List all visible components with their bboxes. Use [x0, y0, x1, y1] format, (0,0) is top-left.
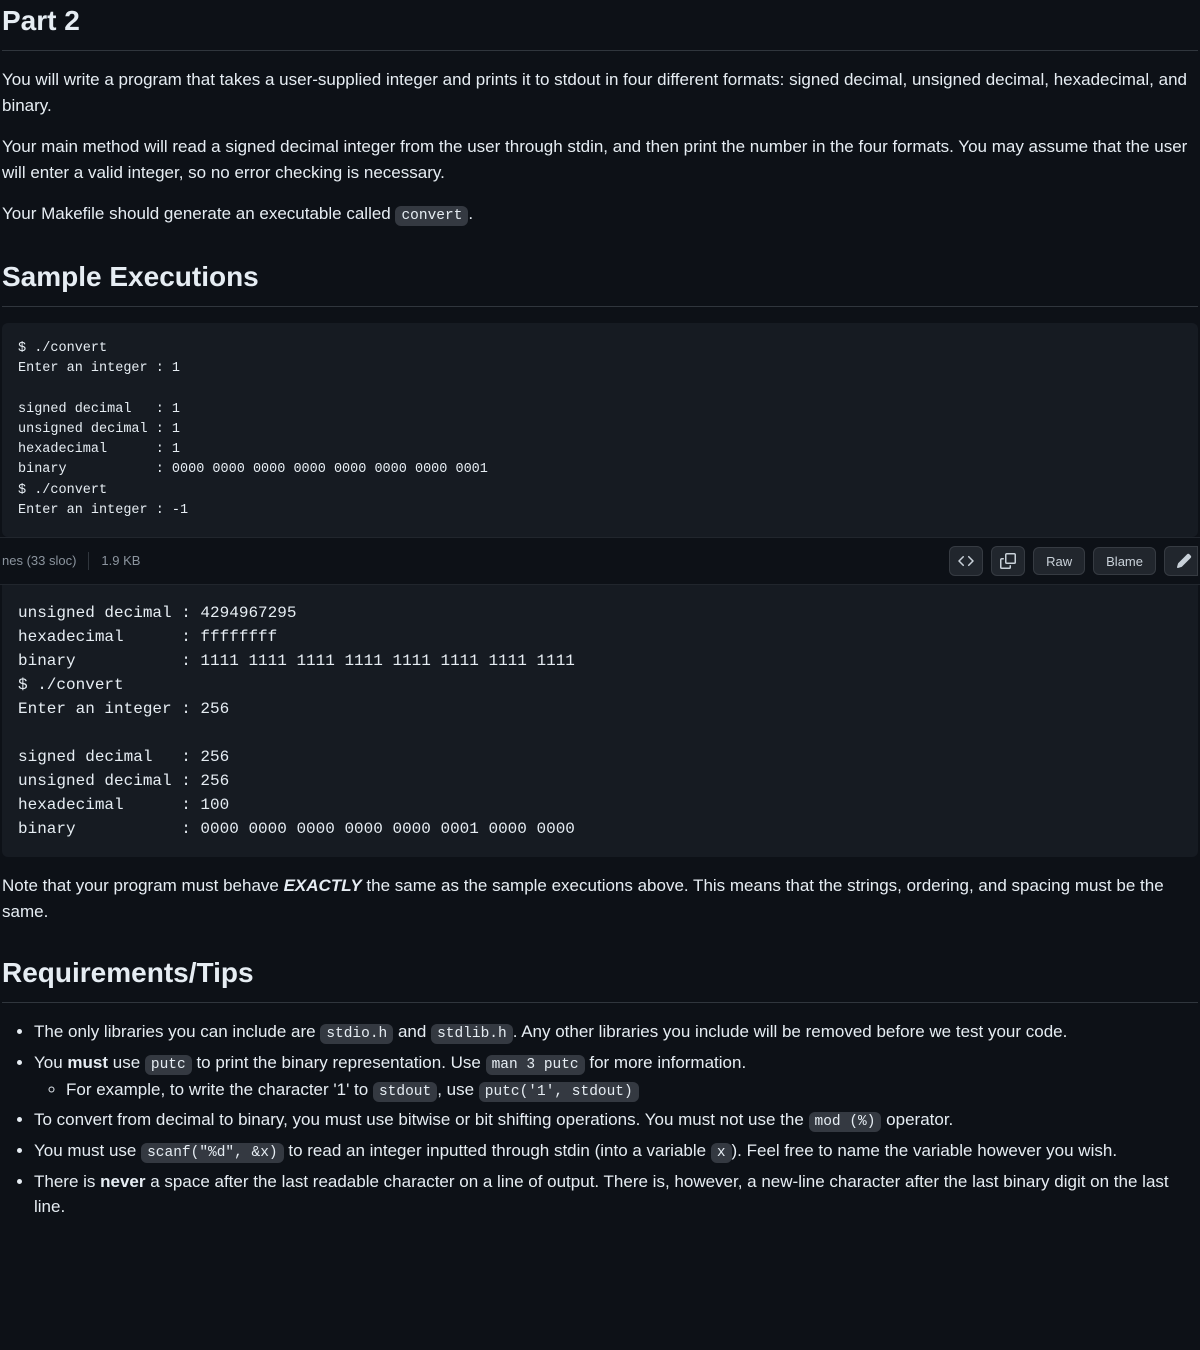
toolbar-left: nes (33 sloc) 1.9 KB [2, 551, 140, 571]
more-button[interactable] [1164, 546, 1198, 576]
text: ). Feel free to name the variable howeve… [732, 1141, 1118, 1160]
text: and [393, 1022, 431, 1041]
code-block-sample-2: unsigned decimal : 4294967295 hexadecima… [2, 585, 1198, 857]
list-item: You must use putc to print the binary re… [34, 1050, 1198, 1104]
sub-list: For example, to write the character '1' … [34, 1077, 1198, 1104]
list-item: You must use scanf("%d", &x) to read an … [34, 1138, 1198, 1165]
code-putc-call: putc('1', stdout) [479, 1082, 639, 1102]
code-block-sample-1: $ ./convert Enter an integer : 1 signed … [2, 323, 1198, 537]
code-man-putc: man 3 putc [486, 1055, 585, 1075]
code-scanf: scanf("%d", &x) [141, 1143, 284, 1163]
text: a space after the last readable characte… [34, 1172, 1169, 1217]
code-stdout: stdout [373, 1082, 437, 1102]
code-view-button[interactable] [949, 546, 983, 576]
copy-button[interactable] [991, 546, 1025, 576]
size-info: 1.9 KB [101, 551, 140, 571]
heading-sample-executions: Sample Executions [2, 256, 1198, 307]
text: The only libraries you can include are [34, 1022, 320, 1041]
list-item: There is never a space after the last re… [34, 1169, 1198, 1220]
text: There is [34, 1172, 100, 1191]
file-toolbar: nes (33 sloc) 1.9 KB Raw Blame [0, 537, 1200, 585]
lines-info: nes (33 sloc) [2, 551, 76, 571]
never-emphasis: never [100, 1172, 145, 1191]
text: To convert from decimal to binary, you m… [34, 1110, 809, 1129]
paragraph-makefile: Your Makefile should generate an executa… [2, 201, 1198, 228]
heading-requirements: Requirements/Tips [2, 952, 1198, 1003]
text: For example, to write the character '1' … [66, 1080, 373, 1099]
text: to print the binary representation. Use [192, 1053, 486, 1072]
code-stdlib: stdlib.h [431, 1024, 513, 1044]
text: You must use [34, 1141, 141, 1160]
text: to read an integer inputted through stdi… [284, 1141, 711, 1160]
text: Note that your program must behave [2, 876, 284, 895]
code-content: unsigned decimal : 4294967295 hexadecima… [18, 601, 1182, 841]
code-putc: putc [145, 1055, 192, 1075]
code-content: $ ./convert Enter an integer : 1 signed … [18, 339, 1182, 521]
text: for more information. [585, 1053, 747, 1072]
text: Your Makefile should generate an executa… [2, 204, 395, 223]
code-mod: mod (%) [809, 1112, 882, 1132]
must-emphasis: must [67, 1053, 108, 1072]
code-convert: convert [395, 206, 468, 226]
code-stdio: stdio.h [320, 1024, 393, 1044]
text: . Any other libraries you include will b… [513, 1022, 1068, 1041]
code-x: x [711, 1143, 732, 1163]
text: You [34, 1053, 67, 1072]
pencil-icon [1176, 553, 1192, 569]
raw-button[interactable]: Raw [1033, 547, 1085, 575]
divider [88, 552, 89, 570]
list-item: To convert from decimal to binary, you m… [34, 1107, 1198, 1134]
list-item: For example, to write the character '1' … [66, 1077, 1198, 1104]
requirements-list: The only libraries you can include are s… [2, 1019, 1198, 1220]
text: , use [437, 1080, 479, 1099]
copy-icon [1000, 553, 1016, 569]
text: . [468, 204, 473, 223]
blame-button[interactable]: Blame [1093, 547, 1156, 575]
list-item: The only libraries you can include are s… [34, 1019, 1198, 1046]
paragraph-intro: You will write a program that takes a us… [2, 67, 1198, 118]
paragraph-main: Your main method will read a signed deci… [2, 134, 1198, 185]
text: operator. [881, 1110, 953, 1129]
paragraph-note: Note that your program must behave EXACT… [2, 873, 1198, 924]
code-icon [958, 553, 974, 569]
heading-part-2: Part 2 [2, 0, 1198, 51]
exactly-emphasis: EXACTLY [284, 876, 362, 895]
text: use [108, 1053, 145, 1072]
toolbar-right: Raw Blame [949, 546, 1198, 576]
